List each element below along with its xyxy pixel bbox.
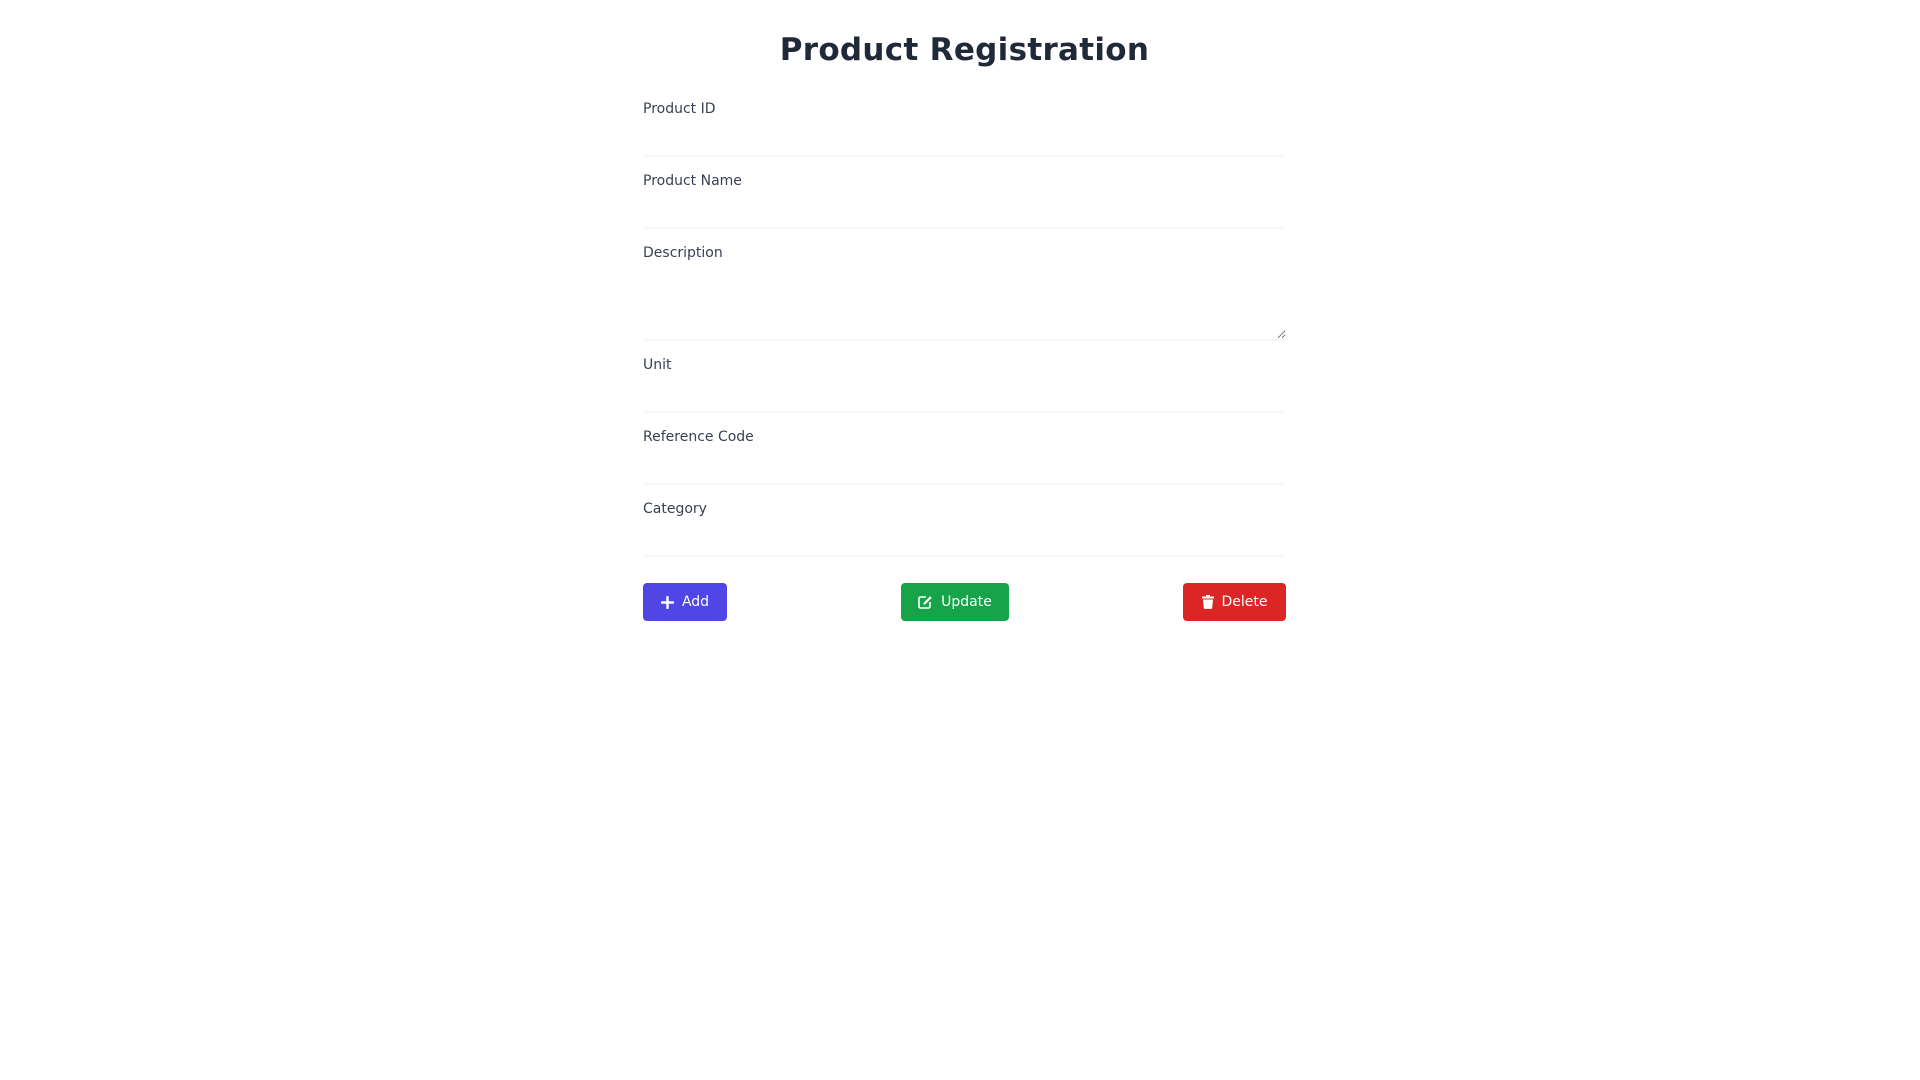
category-label: Category bbox=[643, 501, 707, 517]
product-name-field: Product Name bbox=[643, 172, 1286, 228]
category-field: Category bbox=[643, 500, 1286, 556]
product-registration-page: Product Registration Product ID Product … bbox=[0, 0, 1920, 1080]
description-label: Description bbox=[643, 245, 723, 261]
description-field: Description bbox=[643, 244, 1286, 340]
reference-code-label: Reference Code bbox=[643, 429, 754, 445]
unit-input[interactable] bbox=[643, 376, 1286, 412]
product-registration-form: Product Registration Product ID Product … bbox=[643, 28, 1286, 556]
reference-code-field: Reference Code bbox=[643, 428, 1286, 484]
add-button[interactable]: Add bbox=[643, 583, 727, 621]
update-button-label: Update bbox=[941, 594, 992, 610]
product-id-input[interactable] bbox=[643, 120, 1286, 156]
unit-label: Unit bbox=[643, 357, 672, 373]
page-title: Product Registration bbox=[779, 32, 1150, 68]
update-button[interactable]: Update bbox=[901, 583, 1009, 621]
delete-button-label: Delete bbox=[1221, 594, 1268, 610]
plus-icon bbox=[660, 595, 674, 609]
unit-field: Unit bbox=[643, 356, 1286, 412]
reference-code-input[interactable] bbox=[643, 448, 1286, 484]
description-textarea[interactable] bbox=[643, 264, 1286, 340]
add-button-label: Add bbox=[681, 594, 710, 610]
category-input[interactable] bbox=[643, 520, 1286, 556]
action-buttons: Add Update Delete bbox=[643, 583, 1286, 621]
edit-icon bbox=[918, 595, 933, 609]
product-id-label: Product ID bbox=[643, 101, 716, 117]
product-name-label: Product Name bbox=[643, 173, 742, 189]
product-name-input[interactable] bbox=[643, 192, 1286, 228]
product-id-field: Product ID bbox=[643, 100, 1286, 156]
trash-icon bbox=[1201, 595, 1214, 609]
delete-button[interactable]: Delete bbox=[1183, 583, 1286, 621]
